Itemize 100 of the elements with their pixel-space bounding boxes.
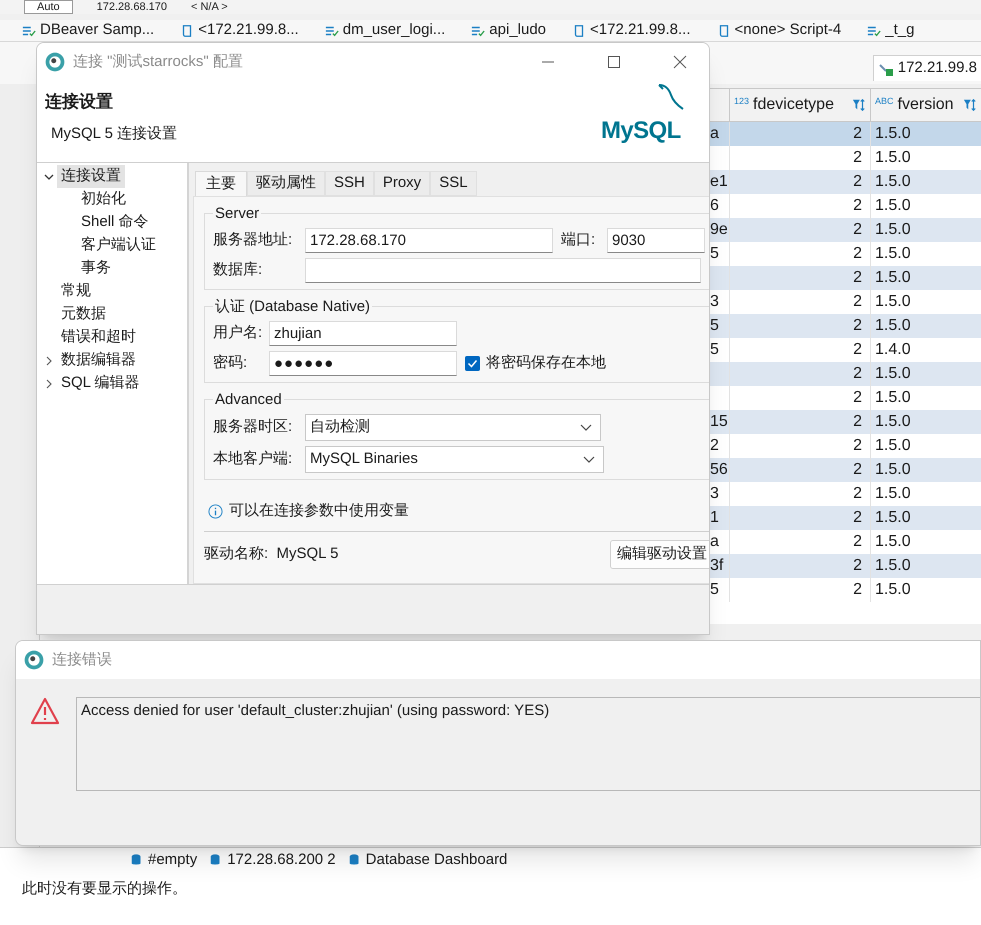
field-label: 密码: [213,353,248,374]
panel-tab[interactable]: #empty [130,848,198,872]
field-label: 本地客户端: [213,449,294,470]
tree-item[interactable]: 连接设置 [57,165,125,188]
tree-item[interactable]: 常规 [57,280,95,303]
table-cell-text: 3 [710,484,719,504]
column-header[interactable]: 123 fdevicetype [730,89,871,121]
info-text: 可以在连接参数中使用变量 [229,501,409,521]
tree-item[interactable]: 初始化 [77,188,130,211]
database-field[interactable] [305,258,701,283]
checkbox-label: 将密码保存在本地 [486,353,606,374]
table-cell-text: 1.5.0 [874,556,912,576]
tree-item[interactable]: 数据编辑器 [57,349,140,372]
table-cell-text: 5 [710,244,719,264]
table-row[interactable]: 3f 2 1.5.0 [710,554,981,578]
table-cell-text: 1.5.0 [874,460,912,480]
table-cell-text: 1.5.0 [874,172,912,192]
tree-item[interactable]: SQL 编辑器 [57,372,144,395]
table-row[interactable]: 15 2 1.5.0 [710,410,981,434]
table-cell-text: 1.4.0 [874,340,912,360]
table-cell-text: a [710,532,719,552]
panel-tab[interactable]: 172.28.68.200 2 [209,848,336,872]
checkbox[interactable] [465,356,480,371]
table-cell-text: 1 [710,508,719,528]
tab[interactable]: Proxy [374,171,430,196]
column-header[interactable]: ABC fversion [871,89,981,121]
edit-driver-button[interactable]: 编辑驱动设置 [610,540,709,568]
table-cell-text: 1.5.0 [874,148,912,168]
port-field[interactable]: 9030 [607,228,705,253]
client-dropdown[interactable]: MySQL Binaries [305,446,604,473]
table-cell-text: 6 [710,196,719,216]
toolbar-item[interactable]: < N/A > [191,1,228,13]
panel-tab[interactable]: Database Dashboard [348,848,508,872]
field-label: 用户名: [213,323,264,344]
table-row[interactable]: 5 2 1.5.0 [710,314,981,338]
dialog-heading: 连接设置 [45,91,114,113]
editor-tab[interactable]: <none> Script-4 [716,20,842,41]
table-row[interactable]: 2 1.5.0 [710,362,981,386]
editor-tab[interactable]: _t_g [867,20,914,41]
editor-tab[interactable]: dm_user_logi... [324,20,446,41]
host-field[interactable]: 172.28.68.170 [305,228,553,253]
table-cell-text: 1.5.0 [874,484,912,504]
table-cell-text: 2 [710,436,719,456]
table-cell-text: 56 [710,460,728,480]
editor-tab[interactable]: api_ludo [471,20,546,41]
window-title: 连接 "测试starrocks" 配置 [73,52,244,72]
table-cell: 2 [730,578,871,602]
editor-tab[interactable]: <172.21.99.8... [180,20,299,41]
chevron-icon [580,424,592,432]
tree-item[interactable]: 元数据 [57,303,110,326]
table-row[interactable]: 56 2 1.5.0 [710,458,981,482]
table-cell-text: 15 [710,412,728,432]
table-cell-text: 1.5.0 [874,316,912,336]
table-row[interactable]: e1 2 1.5.0 [710,170,981,194]
connection-tab[interactable]: 172.21.99.8 [872,55,981,81]
dialog-subheading: MySQL 5 连接设置 [50,124,178,144]
table-row[interactable]: 1 2 1.5.0 [710,506,981,530]
field-label: 服务器时区: [213,417,294,438]
toolbar-item[interactable]: Auto [24,0,73,14]
tree-item[interactable]: Shell 命令 [77,211,153,234]
timezone-dropdown[interactable]: 自动检测 [305,414,601,441]
toolbar-item[interactable]: 172.28.68.170 [96,1,167,13]
tree-item[interactable]: 客户端认证 [77,234,160,257]
logo-text: MySQL [601,116,681,146]
table-cell-text: e1 [710,172,728,192]
table-cell-text: 5 [710,580,719,600]
table-cell-text: 3f [710,556,724,576]
window-title: 连接错误 [52,650,113,670]
table-cell-text: 1.5.0 [874,268,912,288]
table-row[interactable]: 9e 2 1.5.0 [710,218,981,242]
warning-icon [30,697,60,725]
field-label: 数据库: [213,260,264,280]
editor-tab[interactable]: <172.21.99.8... [572,20,691,41]
table-cell-text: 3 [710,292,719,312]
table-cell-text: 1.5.0 [874,508,912,528]
error-message: Access denied for user 'default_cluster:zhujian' (using password: YES) [76,697,980,791]
table-cell-text: 1.5.0 [874,532,912,552]
table-cell-text: 5 [710,316,719,336]
password-field[interactable]: ●●●●●● [269,351,457,376]
status-message: 此时没有要显示的操作。 [21,879,188,899]
maximize-icon [607,55,621,69]
tree-item[interactable]: 事务 [77,257,115,280]
editor-tab[interactable]: DBeaver Samp... [22,20,154,41]
app-logo-icon [24,650,44,670]
table-cell-text: 9e [710,220,728,240]
chevron-icon [583,456,595,464]
table-row[interactable]: 2 1.5.0 [710,266,981,290]
app-logo-icon [45,52,65,72]
tab[interactable]: 驱动属性 [247,171,325,196]
table-cell-text: 1.5.0 [874,124,912,144]
tab[interactable]: SSL [430,171,477,196]
table-cell-text: 1.5.0 [874,580,912,600]
username-field[interactable]: zhujian [269,321,457,346]
table-cell-text: 5 [710,340,719,360]
tree-item[interactable]: 错误和超时 [57,326,140,349]
tab[interactable]: SSH [325,171,374,196]
field-label: 端口: [561,230,596,250]
table-row[interactable]: a 2 1.5.0 [710,122,981,146]
table-cell-text: 1.5.0 [874,412,912,432]
tab[interactable]: 主要 [195,171,247,196]
